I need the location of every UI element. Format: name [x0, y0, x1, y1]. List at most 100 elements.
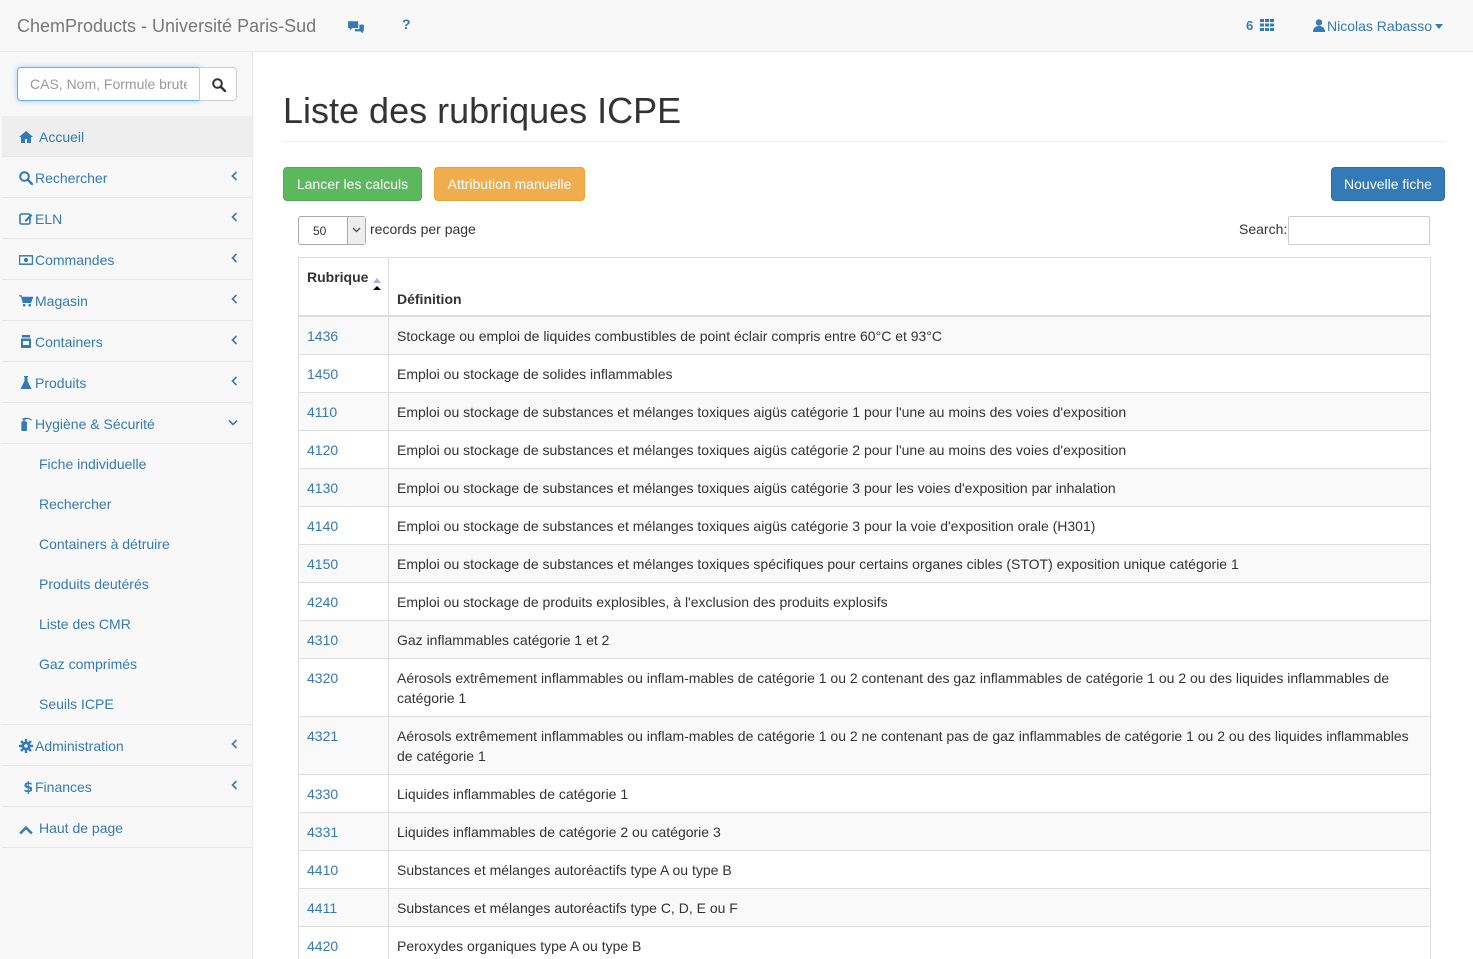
- submenu-gaz-comprimes[interactable]: Gaz comprimés: [2, 644, 252, 684]
- column-label: Rubrique: [307, 269, 369, 285]
- table-row: 4240 Emploi ou stockage de produits explo…: [298, 581, 1431, 621]
- run-calculations-button[interactable]: Lancer les calculs: [283, 167, 422, 201]
- chevron-left-icon: [231, 335, 238, 345]
- top-navbar: ChemProducts - Université Paris-Sud ? 6 …: [0, 0, 1473, 52]
- rubrique-link[interactable]: 4140: [298, 505, 389, 545]
- sidebar-item-containers[interactable]: Containers: [2, 321, 252, 362]
- rubrique-link[interactable]: 4321: [298, 715, 389, 775]
- sidebar-item-label: Finances: [35, 779, 92, 795]
- rubrique-link[interactable]: 4120: [298, 429, 389, 469]
- table-body: 1436 Stockage ou emploi de liquides combu…: [298, 315, 1431, 959]
- rubrique-link[interactable]: 4420: [298, 925, 389, 959]
- table-row: 4410 Substances et mélanges autoréactifs …: [298, 849, 1431, 889]
- table-row: 4130 Emploi ou stockage de substances et …: [298, 467, 1431, 507]
- sidebar-item-eln[interactable]: ELN: [2, 198, 252, 239]
- rubrique-link[interactable]: 4320: [298, 657, 389, 717]
- table-row: 4150 Emploi ou stockage de substances et …: [298, 543, 1431, 583]
- money-icon: [19, 255, 33, 265]
- rubrique-link[interactable]: 4110: [298, 391, 389, 431]
- rubrique-link[interactable]: 4240: [298, 581, 389, 621]
- submenu-label: Gaz comprimés: [39, 656, 138, 672]
- sidebar-item-label: ELN: [35, 211, 63, 227]
- table-row: 4331 Liquides inflammables de catégorie 2…: [298, 811, 1431, 851]
- table-row: 4321 Aérosols extrêmement inflammables ou…: [298, 715, 1431, 775]
- rubrique-link[interactable]: 1450: [298, 353, 389, 393]
- definition-cell: Liquides inflammables de catégorie 2 ou …: [388, 811, 1431, 851]
- gear-icon: [19, 739, 33, 753]
- sidebar-item-label: Administration: [35, 738, 124, 754]
- table-row: 4310 Gaz inflammables catégorie 1 et 2: [298, 619, 1431, 659]
- apps-menu[interactable]: 6: [1246, 18, 1274, 33]
- comments-icon[interactable]: [347, 19, 365, 37]
- dollar-icon: $: [23, 780, 33, 794]
- user-menu[interactable]: Nicolas Rabasso: [1313, 18, 1444, 34]
- definition-cell: Emploi ou stockage de substances et méla…: [388, 505, 1431, 545]
- submenu-fiche-individuelle[interactable]: Fiche individuelle: [2, 444, 252, 484]
- column-header-definition[interactable]: Définition: [388, 257, 1431, 317]
- sidebar-item-label: Haut de page: [39, 820, 124, 836]
- chevron-left-icon: [231, 253, 238, 263]
- sidebar-item-label: Containers: [35, 334, 103, 350]
- rubrique-link[interactable]: 4410: [298, 849, 389, 889]
- rubrique-link[interactable]: 4411: [298, 887, 389, 927]
- rubrique-link[interactable]: 4310: [298, 619, 389, 659]
- rubrique-link[interactable]: 1436: [298, 315, 389, 355]
- rubrique-link[interactable]: 4150: [298, 543, 389, 583]
- sidebar: Accueil Rechercher ELN Commandes: [0, 52, 253, 959]
- sidebar-item-label: Magasin: [35, 293, 88, 309]
- chevron-down-icon: [352, 227, 361, 233]
- sidebar-item-administration[interactable]: Administration: [2, 725, 252, 766]
- sidebar-item-hygiene-securite[interactable]: Hygiène & Sécurité: [2, 403, 252, 444]
- definition-cell: Emploi ou stockage de substances et méla…: [388, 467, 1431, 507]
- home-icon: [19, 131, 33, 143]
- rubrique-link[interactable]: 4130: [298, 467, 389, 507]
- submenu-produits-deuteres[interactable]: Produits deutérés: [2, 564, 252, 604]
- sidebar-item-label: Accueil: [39, 129, 85, 145]
- search-icon: [212, 78, 226, 92]
- definition-cell: Peroxydes organiques type A ou type B: [388, 925, 1431, 959]
- select-dropdown-toggle: [347, 217, 365, 244]
- sidebar-search-input[interactable]: [17, 67, 200, 101]
- sidebar-item-accueil[interactable]: Accueil: [2, 116, 252, 157]
- help-link[interactable]: ?: [402, 16, 411, 32]
- submenu-containers-a-detruire[interactable]: Containers à détruire: [2, 524, 252, 564]
- sidebar-search: [17, 67, 237, 101]
- sidebar-item-finances[interactable]: $ Finances: [2, 766, 252, 807]
- app-brand[interactable]: ChemProducts - Université Paris-Sud: [17, 16, 316, 37]
- chevron-left-icon: [231, 171, 238, 181]
- sidebar-item-magasin[interactable]: Magasin: [2, 280, 252, 321]
- sidebar-item-commandes[interactable]: Commandes: [2, 239, 252, 280]
- svg-text:$: $: [23, 780, 33, 794]
- sort-ascending-icon: [373, 278, 381, 290]
- column-header-rubrique[interactable]: Rubrique: [298, 257, 389, 317]
- submenu-seuils-icpe[interactable]: Seuils ICPE: [2, 684, 252, 724]
- sidebar-item-rechercher[interactable]: Rechercher: [2, 157, 252, 198]
- table-row: 4420 Peroxydes organiques type A ou type …: [298, 925, 1431, 959]
- user-name: Nicolas Rabasso: [1327, 18, 1433, 34]
- icpe-table: Rubrique Définition 1436 Stockage ou empl…: [298, 257, 1431, 959]
- submenu-rechercher[interactable]: Rechercher: [2, 484, 252, 524]
- sidebar-search-button[interactable]: [199, 67, 237, 101]
- rubrique-link[interactable]: 4331: [298, 811, 389, 851]
- definition-cell: Aérosols extrêmement inflammables ou inf…: [388, 715, 1431, 775]
- table-row: 4330 Liquides inflammables de catégorie 1: [298, 773, 1431, 813]
- table-row: 1436 Stockage ou emploi de liquides combu…: [298, 315, 1431, 355]
- definition-cell: Emploi ou stockage de substances et méla…: [388, 543, 1431, 583]
- container-icon: [21, 335, 31, 348]
- new-record-button[interactable]: Nouvelle fiche: [1331, 167, 1445, 201]
- search-icon: [19, 171, 33, 185]
- records-per-page-select[interactable]: 50: [298, 216, 366, 245]
- table-header-row: Rubrique Définition: [298, 257, 1431, 317]
- edit-icon: [19, 213, 33, 225]
- chevron-left-icon: [231, 376, 238, 386]
- manual-attribution-button[interactable]: Attribution manuelle: [434, 167, 585, 201]
- sidebar-item-produits[interactable]: Produits: [2, 362, 252, 403]
- definition-cell: Emploi ou stockage de solides inflammabl…: [388, 353, 1431, 393]
- page-title: Liste des rubriques ICPE: [283, 90, 682, 131]
- submenu-liste-cmr[interactable]: Liste des CMR: [2, 604, 252, 644]
- rubrique-link[interactable]: 4330: [298, 773, 389, 813]
- hygiene-securite-submenu: Fiche individuelle Rechercher Containers…: [2, 444, 252, 725]
- sidebar-item-haut-de-page[interactable]: Haut de page: [2, 807, 252, 848]
- table-search-input[interactable]: [1288, 216, 1430, 245]
- flask-icon: [20, 376, 32, 389]
